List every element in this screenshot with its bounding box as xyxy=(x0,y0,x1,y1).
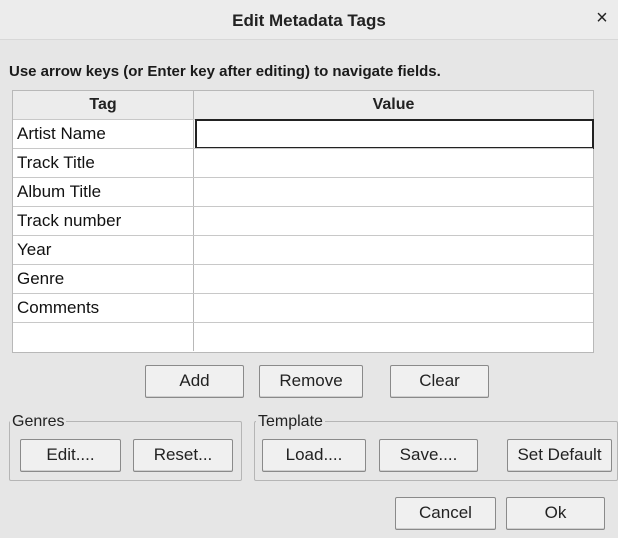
table-row: Year xyxy=(13,235,593,264)
edit-genres-button[interactable]: Edit.... xyxy=(20,439,121,472)
genres-group-label: Genres xyxy=(10,413,67,431)
reset-genres-button[interactable]: Reset... xyxy=(133,439,233,472)
value-cell[interactable] xyxy=(194,323,593,351)
column-header-value-label: Value xyxy=(372,96,415,113)
column-header-value[interactable]: Value xyxy=(194,91,593,119)
add-button[interactable]: Add xyxy=(145,365,244,398)
column-header-tag-label: Tag xyxy=(89,96,117,113)
remove-button[interactable]: Remove xyxy=(259,365,363,398)
tag-cell[interactable]: Artist Name xyxy=(13,120,194,148)
tag-cell[interactable]: Year xyxy=(13,236,194,264)
edit-metadata-dialog: Edit Metadata Tags × Use arrow keys (or … xyxy=(0,0,618,538)
save-template-button[interactable]: Save.... xyxy=(379,439,478,472)
tag-cell[interactable]: Track number xyxy=(13,207,194,235)
table-row xyxy=(13,322,593,351)
value-cell[interactable] xyxy=(195,119,594,149)
value-cell[interactable] xyxy=(194,236,593,264)
template-group-label: Template xyxy=(256,413,325,431)
table-row: Artist Name xyxy=(13,119,594,149)
value-cell[interactable] xyxy=(194,265,593,293)
tag-cell[interactable]: Album Title xyxy=(13,178,194,206)
value-cell[interactable] xyxy=(194,149,593,177)
tag-cell[interactable]: Genre xyxy=(13,265,194,293)
tag-cell[interactable]: Comments xyxy=(13,294,194,322)
table-row: Comments xyxy=(13,293,593,322)
value-cell[interactable] xyxy=(194,178,593,206)
set-default-template-button[interactable]: Set Default xyxy=(507,439,612,472)
table-row: Genre xyxy=(13,264,593,293)
navigation-instructions: Use arrow keys (or Enter key after editi… xyxy=(9,63,441,80)
title-bar: Edit Metadata Tags × xyxy=(0,0,618,40)
table-row: Album Title xyxy=(13,177,593,206)
tag-cell[interactable] xyxy=(13,323,194,351)
value-cell[interactable] xyxy=(194,294,593,322)
cancel-button[interactable]: Cancel xyxy=(395,497,496,530)
close-icon[interactable]: × xyxy=(590,6,614,30)
table-row: Track number xyxy=(13,206,593,235)
clear-button[interactable]: Clear xyxy=(390,365,489,398)
value-cell[interactable] xyxy=(194,207,593,235)
dialog-title: Edit Metadata Tags xyxy=(232,11,386,30)
table-row: Track Title xyxy=(13,148,593,177)
metadata-table: Tag Value Artist Name Track Title Album … xyxy=(12,90,594,353)
ok-button[interactable]: Ok xyxy=(506,497,605,530)
tag-cell[interactable]: Track Title xyxy=(13,149,194,177)
column-header-tag[interactable]: Tag xyxy=(13,91,194,119)
load-template-button[interactable]: Load.... xyxy=(262,439,366,472)
